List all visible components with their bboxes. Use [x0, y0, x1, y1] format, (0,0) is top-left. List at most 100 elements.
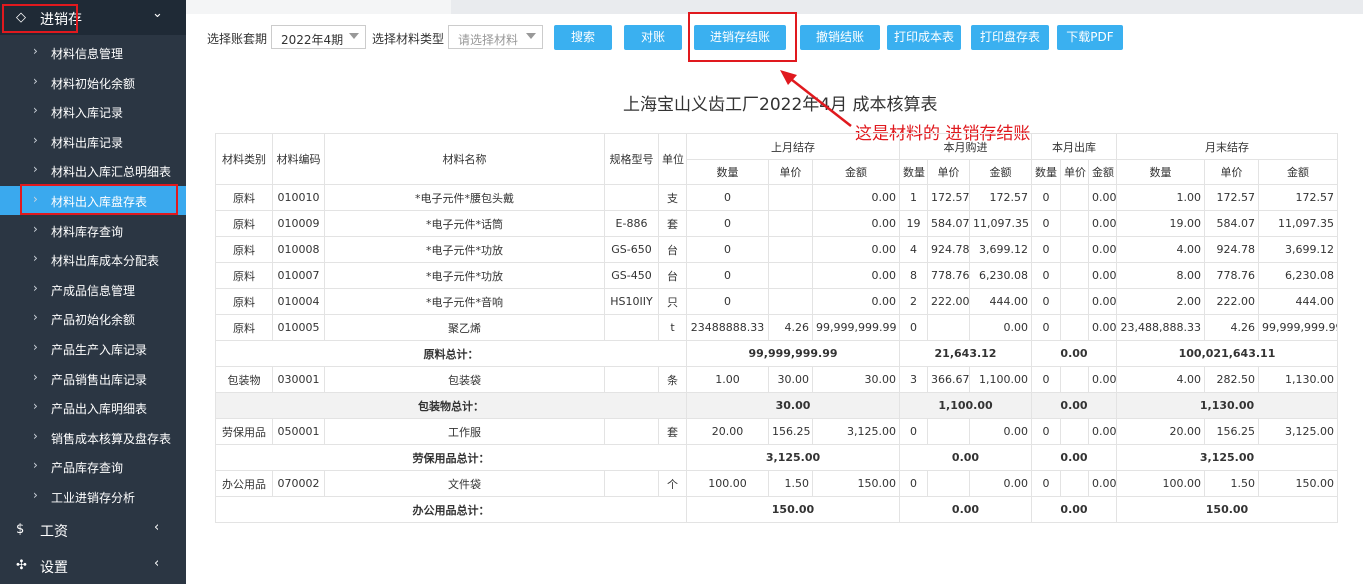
cell-eq: 19.00 — [1116, 210, 1205, 237]
cell-pa: 150.00 — [812, 470, 900, 497]
sidebar-item[interactable]: › 产品生产入库记录 — [0, 334, 186, 363]
sidebar-item-label: 销售成本核算及盘存表 — [51, 431, 172, 446]
chevron-left-icon: ‹ — [154, 520, 160, 535]
cell-bq: 2 — [899, 288, 928, 315]
cell-ep: 778.76 — [1204, 262, 1259, 289]
menu-settings[interactable]: ✣ 设置 ‹ — [0, 551, 186, 581]
sidebar-item[interactable]: › 工业进销存分析 — [0, 482, 186, 511]
cell-code: 010007 — [272, 262, 325, 289]
cell-total-label: 劳保用品总计： — [215, 444, 687, 471]
cell-op — [1060, 366, 1089, 393]
sidebar-item[interactable]: › 销售成本核算及盘存表 — [0, 423, 186, 452]
cell-code: 010005 — [272, 314, 325, 341]
cell-bp — [927, 418, 970, 445]
cell-bp: 366.67 — [927, 366, 970, 393]
sidebar-item[interactable]: › 材料信息管理 — [0, 38, 186, 67]
open-tab[interactable] — [186, 0, 451, 14]
chevron-right-icon: › — [33, 399, 38, 414]
cell-op — [1060, 184, 1089, 211]
table-row: 原料 010010 *电子元件*腰包头戴支 0 0.00 1 172.57 172.57 0 0.… — [215, 184, 1338, 211]
cell-op — [1060, 236, 1089, 263]
cell-ba: 0.00 — [969, 418, 1032, 445]
sidebar-item[interactable]: › 材料出库记录 — [0, 127, 186, 156]
cell-ep: 4.26 — [1204, 314, 1259, 341]
cell-pq: 0 — [686, 210, 769, 237]
cell-op — [1060, 210, 1089, 237]
cell-bq: 3 — [899, 366, 928, 393]
sidebar-item-label: 产品出入库明细表 — [51, 402, 148, 417]
cell-ba: 172.57 — [969, 184, 1032, 211]
cell-cat: 原料 — [215, 210, 273, 237]
search-button[interactable]: 搜索 — [554, 25, 612, 50]
highlight-menu-inventory — [2, 4, 78, 33]
sidebar-item[interactable]: › 材料出库成本分配表 — [0, 245, 186, 274]
cell-name: 文件袋 — [324, 470, 605, 497]
sidebar-item[interactable]: › 材料出入库汇总明细表 — [0, 156, 186, 185]
chevron-right-icon: › — [33, 251, 38, 266]
chevron-right-icon: › — [33, 221, 38, 236]
sidebar-item[interactable]: › 材料入库记录 — [0, 97, 186, 126]
cell-unit: 只 — [658, 288, 687, 315]
sidebar-item[interactable]: › 产品库存查询 — [0, 452, 186, 481]
cell-ea: 444.00 — [1258, 288, 1338, 315]
cell-pq: 23488888.33 — [686, 314, 769, 341]
cell-pp — [768, 184, 813, 211]
material-type-select[interactable]: 请选择材料 — [448, 25, 543, 49]
header-amount: 金额 — [812, 159, 900, 185]
cell-pp: 4.26 — [768, 314, 813, 341]
table-row: 原料 010004 *电子元件*音响 HS10IIY 只 0 0.00 2 222.00 444.… — [215, 288, 1338, 315]
cell-bq: 0 — [899, 418, 928, 445]
sidebar-item-label: 材料入库记录 — [51, 106, 124, 121]
cell-name: 工作服 — [324, 418, 605, 445]
header-purchase: 本月购进 — [899, 133, 1032, 160]
sidebar-item[interactable]: › 产品销售出库记录 — [0, 364, 186, 393]
sidebar-item[interactable]: › 产品初始化余额 — [0, 304, 186, 333]
reconcile-button[interactable]: 对账 — [624, 25, 682, 50]
cell-bq: 0 — [899, 470, 928, 497]
header-price: 单价 — [1060, 159, 1089, 185]
cell-total-ea: 100,021,643.11 — [1116, 340, 1338, 367]
sidebar-item[interactable]: › 产品出入库明细表 — [0, 393, 186, 422]
menu-salary[interactable]: $ 工资 ‹ — [0, 515, 186, 545]
table-row: 原料 010005 聚乙烯 t 23488888.33 4.26 99,999,999.99… — [215, 314, 1338, 341]
cell-code: 010004 — [272, 288, 325, 315]
cell-ep: 584.07 — [1204, 210, 1259, 237]
chevron-right-icon: › — [33, 73, 38, 88]
cell-total-ba: 0.00 — [899, 496, 1032, 523]
header-spec: 规格型号 — [604, 133, 659, 185]
cell-cat: 原料 — [215, 288, 273, 315]
cell-pa: 3,125.00 — [812, 418, 900, 445]
cell-ea: 172.57 — [1258, 184, 1338, 211]
cell-ea: 99,999,999.99 — [1258, 314, 1338, 341]
dollar-icon: $ — [16, 522, 25, 537]
sidebar-item-label: 材料库存查询 — [51, 224, 124, 239]
header-amount: 金额 — [969, 159, 1032, 185]
download-pdf-button[interactable]: 下载PDF — [1057, 25, 1123, 50]
cell-eq: 23,488,888.33 — [1116, 314, 1205, 341]
header-end: 月末结存 — [1116, 133, 1338, 160]
period-select-value: 2022年4期 — [281, 33, 344, 47]
cell-ep: 172.57 — [1204, 184, 1259, 211]
cell-total-pa: 30.00 — [686, 392, 900, 419]
cell-op — [1060, 262, 1089, 289]
print-inventory-button[interactable]: 打印盘存表 — [971, 25, 1049, 50]
chevron-right-icon: › — [33, 310, 38, 325]
print-cost-button[interactable]: 打印成本表 — [887, 25, 961, 50]
material-type-label: 选择材料类型 — [372, 32, 445, 46]
cell-oa: 0.00 — [1088, 470, 1117, 497]
sidebar-item[interactable]: › 材料初始化余额 — [0, 68, 186, 97]
cell-name: *电子元件*功放 — [324, 262, 605, 289]
cell-bp — [927, 314, 970, 341]
sidebar-item[interactable]: › 材料库存查询 — [0, 216, 186, 245]
undo-close-button[interactable]: 撤销结账 — [800, 25, 880, 50]
cell-total-label: 原料总计： — [215, 340, 687, 367]
sidebar-item[interactable]: › 产成品信息管理 — [0, 275, 186, 304]
cell-code: 010008 — [272, 236, 325, 263]
cell-bq: 4 — [899, 236, 928, 263]
cell-ep: 222.00 — [1204, 288, 1259, 315]
cell-oq: 0 — [1031, 314, 1061, 341]
cell-code: 050001 — [272, 418, 325, 445]
sidebar-item-label: 产成品信息管理 — [51, 283, 136, 298]
period-select[interactable]: 2022年4期 — [271, 25, 366, 49]
chevron-right-icon: › — [33, 103, 38, 118]
